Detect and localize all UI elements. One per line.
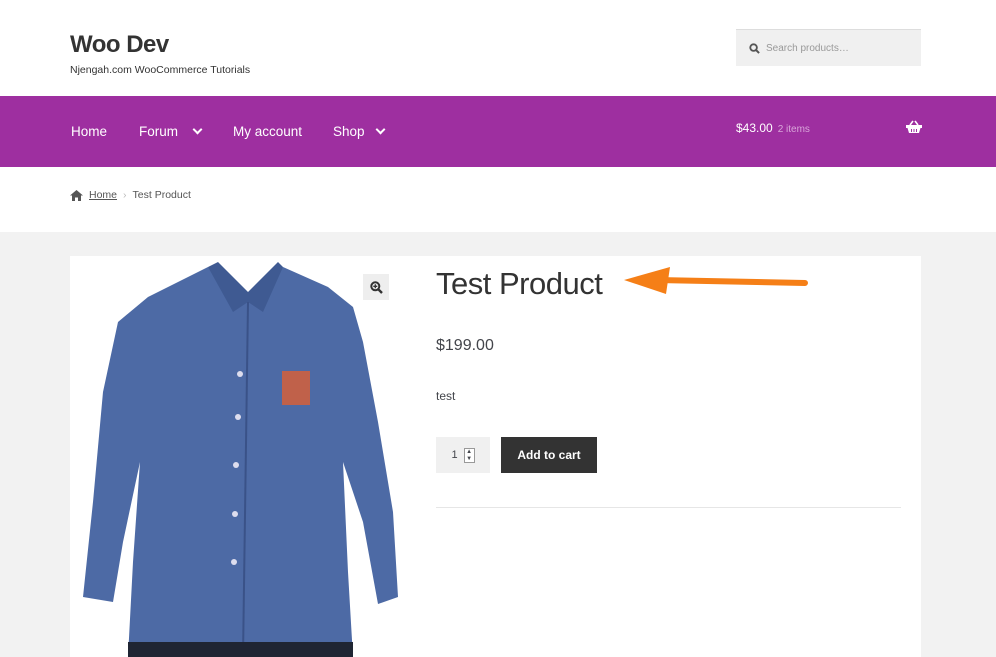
divider xyxy=(436,507,901,508)
breadcrumb: Home › Test Product xyxy=(70,189,191,201)
zoom-button[interactable] xyxy=(363,274,389,300)
quantity-value: 1 xyxy=(451,449,458,461)
nav-my-account-label: My account xyxy=(233,124,303,139)
basket-icon[interactable] xyxy=(906,120,922,134)
chevron-down-icon xyxy=(375,124,385,135)
cart-count: 2 items xyxy=(777,124,810,135)
search-placeholder: Search products… xyxy=(766,42,849,54)
chevron-down-icon xyxy=(192,124,203,135)
site-title[interactable]: Woo Dev xyxy=(70,31,169,59)
breadcrumb-separator: › xyxy=(123,189,127,201)
product-description: test xyxy=(436,389,456,403)
add-to-cart-button[interactable]: Add to cart xyxy=(501,437,597,473)
primary-nav: Home Forum My account Shop $43.00 2 items xyxy=(0,96,996,167)
nav-my-account[interactable]: My account xyxy=(233,124,302,139)
home-icon xyxy=(70,189,83,201)
nav-home-label: Home xyxy=(71,124,108,139)
breadcrumb-home[interactable]: Home xyxy=(89,189,117,201)
arrow-annotation xyxy=(624,267,808,294)
site-tagline: Njengah.com WooCommerce Tutorials xyxy=(70,64,251,76)
nav-home[interactable]: Home xyxy=(71,124,107,139)
nav-forum-label: Forum xyxy=(139,124,179,139)
cart-total: $43.00 xyxy=(736,121,773,135)
nav-forum[interactable]: Forum xyxy=(139,124,203,139)
search-icon xyxy=(749,42,760,54)
quantity-stepper[interactable]: 1 ▲ ▼ xyxy=(436,437,490,473)
spinner-arrows[interactable]: ▲ ▼ xyxy=(463,447,475,463)
product-title: Test Product xyxy=(436,266,603,301)
product-image[interactable] xyxy=(78,262,408,657)
search-input[interactable]: Search products… xyxy=(736,29,921,66)
breadcrumb-current: Test Product xyxy=(132,189,191,201)
nav-shop[interactable]: Shop xyxy=(333,124,385,139)
nav-shop-label: Shop xyxy=(333,124,365,139)
product-price: $199.00 xyxy=(436,337,494,354)
cart-link[interactable]: $43.00 2 items xyxy=(736,121,810,135)
zoom-in-icon xyxy=(369,280,383,294)
site-header: Woo Dev Njengah.com WooCommerce Tutorial… xyxy=(0,0,996,96)
